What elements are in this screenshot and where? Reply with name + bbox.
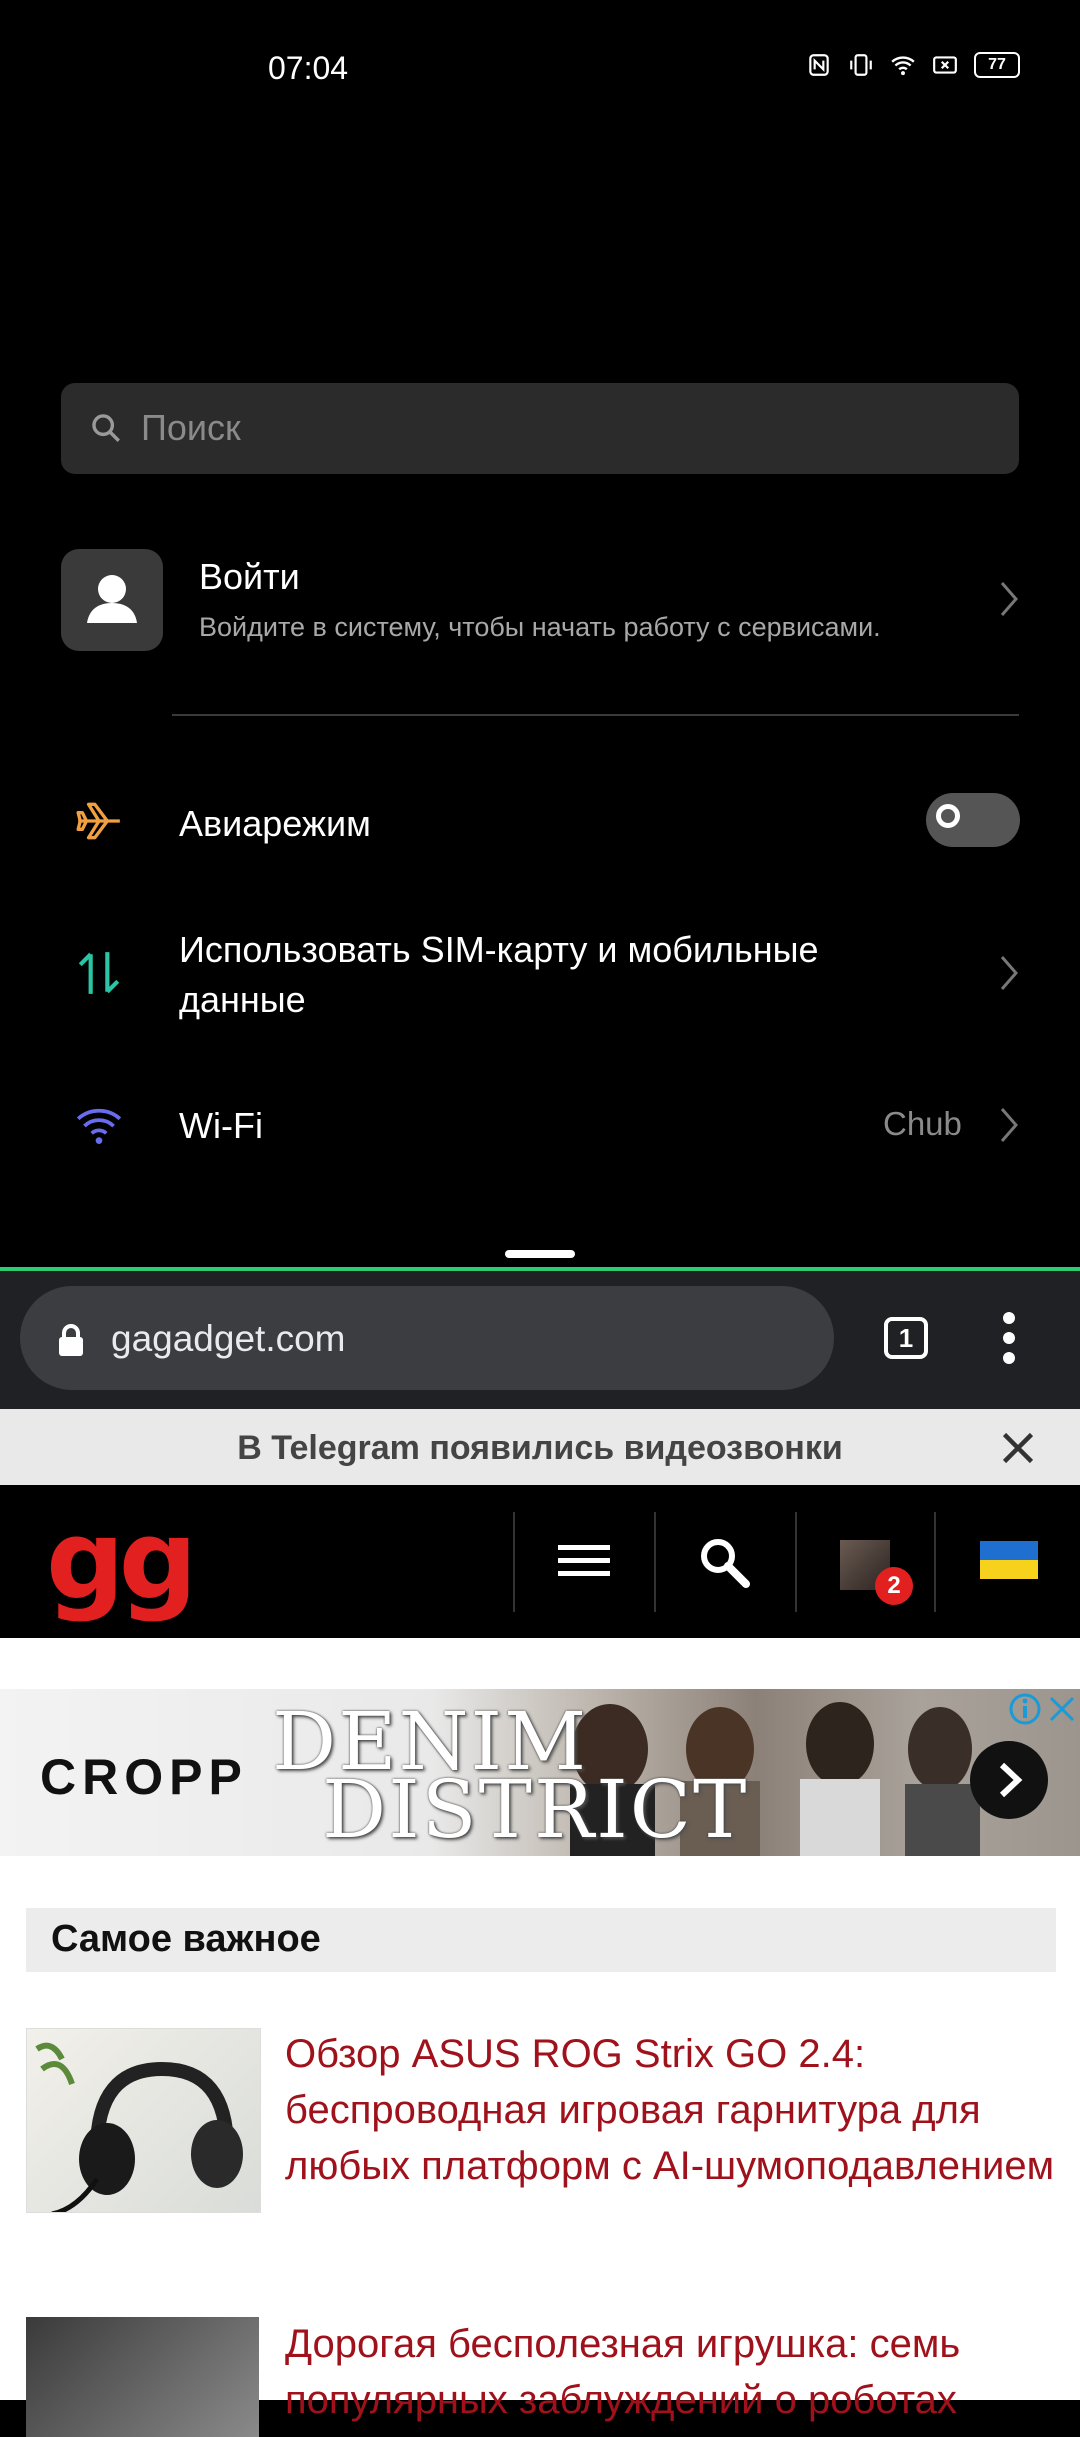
more-vert-icon[interactable]	[1000, 1310, 1018, 1366]
mobile-data-label: Использовать SIM-карту и мобильные данны…	[179, 929, 819, 1020]
url-text: gagadget.com	[111, 1318, 346, 1359]
airplane-mode-toggle[interactable]	[926, 793, 1020, 847]
chevron-right-icon	[999, 1762, 1023, 1798]
airplane-mode-row[interactable]	[0, 780, 1080, 866]
vibrate-icon	[850, 54, 872, 76]
page-title: Настройки	[62, 283, 358, 346]
status-time: 07:04	[268, 50, 349, 86]
ad-brand: CROPP	[40, 1749, 248, 1805]
article-thumbnail[interactable]	[26, 2028, 261, 2217]
chevron-right-icon	[1000, 1108, 1018, 1142]
nfc-icon	[809, 54, 829, 76]
search-placeholder: Поиск	[141, 407, 241, 448]
login-title: Войти	[199, 556, 300, 597]
headset-image	[35, 2042, 243, 2217]
screen-record-icon	[933, 56, 957, 74]
site-search-icon[interactable]	[697, 1535, 751, 1589]
ad-info-icon[interactable]	[1008, 1692, 1042, 1726]
airplane-icon	[76, 802, 120, 840]
header-separator	[513, 1512, 515, 1612]
article-thumbnail[interactable]	[26, 2317, 259, 2437]
chevron-right-icon	[1000, 582, 1018, 616]
hamburger-menu-icon[interactable]	[558, 1543, 610, 1579]
section-title: Самое важное	[51, 1918, 321, 1960]
article-title-link[interactable]: Дорогая бесполезная игрушка: семь популя…	[285, 2316, 1080, 2428]
ad-close-icon[interactable]	[1046, 1692, 1078, 1726]
tab-switcher-button[interactable]: 1	[884, 1317, 928, 1359]
split-screen-handle[interactable]	[505, 1250, 575, 1258]
header-separator	[934, 1512, 936, 1612]
airplane-mode-label: Авиарежим	[179, 803, 371, 844]
login-subtitle: Войдите в систему, чтобы начать работу с…	[199, 612, 881, 642]
flag-blue-stripe	[980, 1541, 1038, 1560]
wifi-signal-icon	[891, 56, 915, 76]
header-separator	[654, 1512, 656, 1612]
status-icons: 77	[806, 52, 1020, 78]
user-icon	[87, 575, 137, 623]
settings-search-input[interactable]: Поиск	[61, 383, 1019, 474]
wifi-label: Wi-Fi	[179, 1105, 263, 1146]
header-separator	[795, 1512, 797, 1612]
mobile-data-icon	[78, 952, 120, 994]
toggle-knob	[936, 804, 960, 828]
search-icon	[92, 414, 120, 442]
site-logo[interactable]: gg	[46, 1505, 198, 1615]
flag-yellow-stripe	[980, 1560, 1038, 1579]
chevron-right-icon	[1000, 956, 1018, 990]
article-title-link[interactable]: Обзор ASUS ROG Strix GO 2.4: беспроводна…	[285, 2026, 1080, 2194]
wifi-icon	[76, 1108, 122, 1144]
notification-badge: 2	[875, 1567, 913, 1605]
ad-headline-line2: DISTRICT	[322, 1763, 749, 1856]
ukraine-flag-icon[interactable]	[980, 1541, 1038, 1579]
account-avatar	[61, 549, 163, 651]
divider	[172, 714, 1019, 716]
notice-text[interactable]: В Telegram появились видеозвонки	[0, 1429, 1080, 1468]
ad-next-button[interactable]	[970, 1741, 1048, 1819]
wifi-network-name: Chub	[883, 1105, 962, 1142]
close-icon[interactable]	[1000, 1430, 1036, 1466]
ad-headline: DENIM DISTRICT	[272, 1702, 749, 1856]
lock-icon	[59, 1324, 83, 1356]
battery-icon: 77	[974, 52, 1020, 78]
